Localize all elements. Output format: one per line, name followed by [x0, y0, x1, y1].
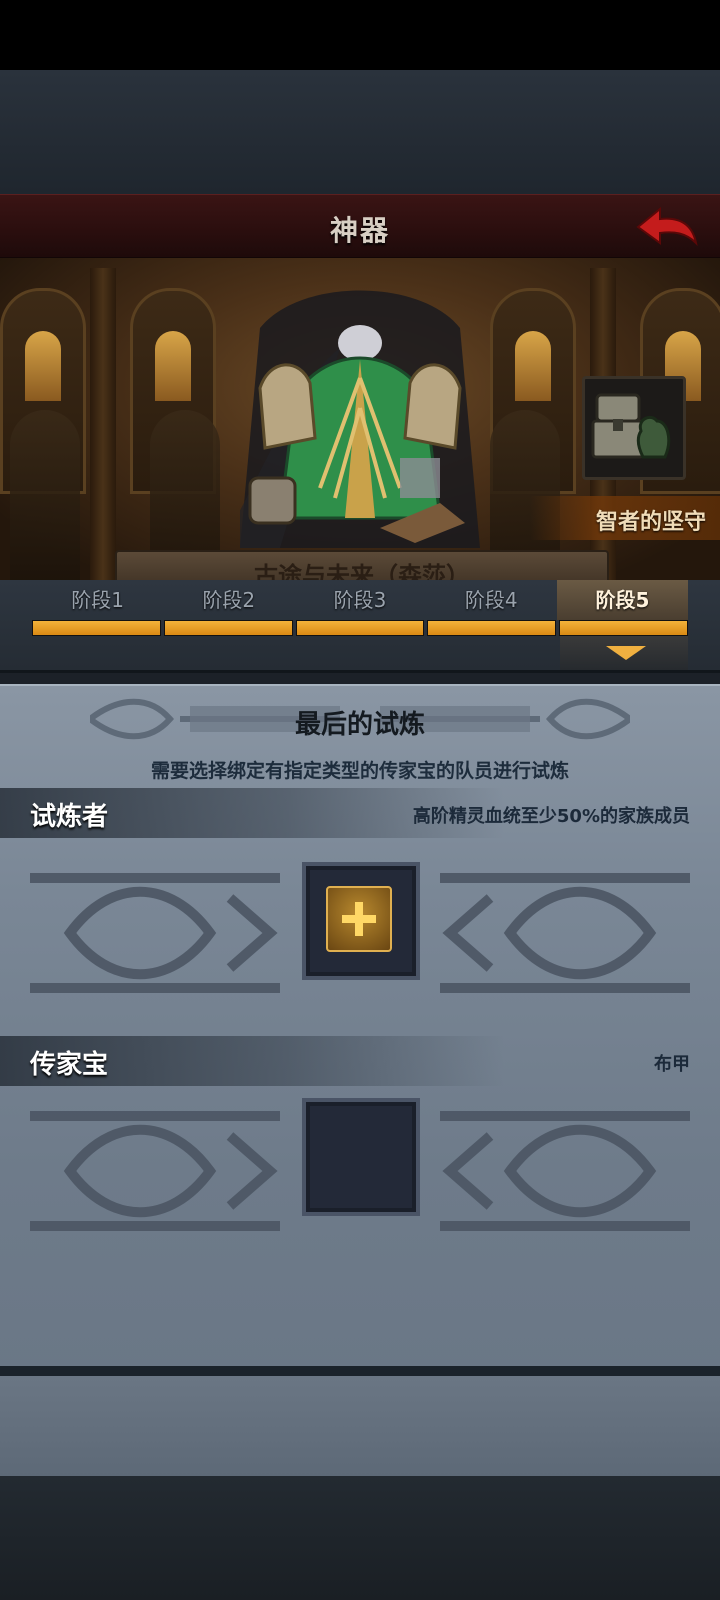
page-title: 神器: [329, 214, 390, 247]
tab-stage-4[interactable]: 阶段4: [426, 580, 557, 620]
elf-statue: [10, 410, 80, 580]
header-bar: 神器: [0, 194, 720, 259]
artifact-title-plate: 古途与未来（森莎）: [115, 550, 609, 580]
trial-panel: 最后的试炼 需要选择绑定有指定类型的传家宝的队员进行试炼 试炼者 高阶精灵血统至…: [0, 684, 720, 1376]
artifact-name-tag: 智者的坚守: [530, 496, 720, 540]
challenger-slot: [302, 862, 420, 980]
challenger-label: 试炼者: [30, 802, 109, 832]
stage-bar: [427, 620, 557, 636]
stage-bar: [163, 620, 293, 636]
tab-stage-1[interactable]: 阶段1: [32, 580, 163, 620]
stage-progress: [32, 620, 688, 636]
artifact-name-label: 智者的坚守: [595, 510, 706, 535]
panel-divider: [0, 1366, 720, 1376]
trial-title: 最后的试炼: [294, 710, 425, 740]
heirloom-slot[interactable]: [302, 1098, 420, 1216]
top-background: [0, 70, 720, 194]
artifact-banner: 智者的坚守 古途与未来（森莎）: [0, 258, 720, 580]
stage-bar: [559, 620, 688, 636]
artifact-title-text: 古途与未来（森莎）: [254, 562, 470, 580]
artifact-armor-image: [220, 288, 480, 548]
challenger-header: 试炼者 高阶精灵血统至少50%的家族成员: [0, 788, 720, 838]
back-arrow-icon: [636, 206, 698, 247]
status-bar: [0, 0, 720, 70]
bottom-background: [0, 1476, 720, 1600]
reward-chest-button[interactable]: [582, 376, 686, 480]
tab-stage-2[interactable]: 阶段2: [163, 580, 294, 620]
heirloom-label: 传家宝: [30, 1050, 109, 1080]
stage-bar: [295, 620, 425, 636]
stage-selector: 阶段1 阶段2 阶段3 阶段4 阶段5: [0, 580, 720, 673]
tab-stage-5[interactable]: 阶段5: [556, 580, 689, 620]
challenger-requirement: 高阶精灵血统至少50%的家族成员: [412, 806, 690, 827]
stage-tabs: 阶段1 阶段2 阶段3 阶段4 阶段5: [32, 580, 689, 620]
trial-instruction: 需要选择绑定有指定类型的传家宝的队员进行试炼: [150, 760, 569, 782]
tab-stage-3[interactable]: 阶段3: [294, 580, 425, 620]
heirloom-requirement: 布甲: [654, 1054, 690, 1075]
chevron-down-icon: [606, 646, 646, 660]
heirloom-header: 传家宝 布甲: [0, 1036, 720, 1086]
stage-bar: [32, 620, 161, 636]
back-button[interactable]: [634, 203, 698, 249]
active-stage-indicator: [560, 636, 688, 670]
add-challenger-button[interactable]: [326, 886, 392, 952]
lower-panel: [0, 1376, 720, 1476]
pillar: [90, 268, 116, 580]
treasure-chest-icon: [591, 393, 671, 459]
